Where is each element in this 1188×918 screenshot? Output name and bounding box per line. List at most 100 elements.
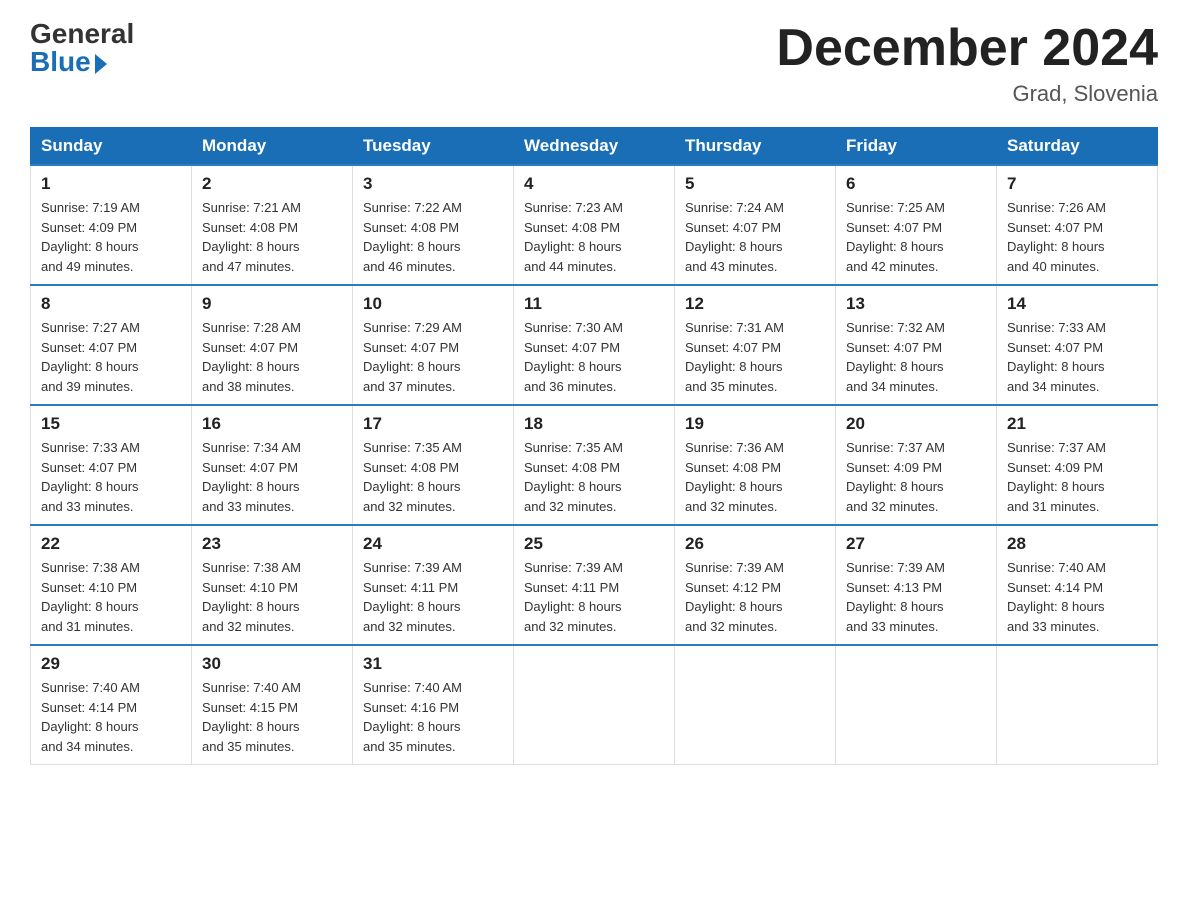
day-info: Sunrise: 7:38 AM Sunset: 4:10 PM Dayligh… bbox=[41, 558, 181, 636]
day-info: Sunrise: 7:21 AM Sunset: 4:08 PM Dayligh… bbox=[202, 198, 342, 276]
col-saturday: Saturday bbox=[997, 128, 1158, 166]
day-number: 6 bbox=[846, 174, 986, 194]
day-info: Sunrise: 7:24 AM Sunset: 4:07 PM Dayligh… bbox=[685, 198, 825, 276]
day-number: 13 bbox=[846, 294, 986, 314]
day-info: Sunrise: 7:39 AM Sunset: 4:11 PM Dayligh… bbox=[524, 558, 664, 636]
table-row: 10 Sunrise: 7:29 AM Sunset: 4:07 PM Dayl… bbox=[353, 285, 514, 405]
calendar-table: Sunday Monday Tuesday Wednesday Thursday… bbox=[30, 127, 1158, 765]
day-number: 12 bbox=[685, 294, 825, 314]
calendar-week-row: 22 Sunrise: 7:38 AM Sunset: 4:10 PM Dayl… bbox=[31, 525, 1158, 645]
col-sunday: Sunday bbox=[31, 128, 192, 166]
day-info: Sunrise: 7:36 AM Sunset: 4:08 PM Dayligh… bbox=[685, 438, 825, 516]
day-number: 14 bbox=[1007, 294, 1147, 314]
table-row: 26 Sunrise: 7:39 AM Sunset: 4:12 PM Dayl… bbox=[675, 525, 836, 645]
table-row: 3 Sunrise: 7:22 AM Sunset: 4:08 PM Dayli… bbox=[353, 165, 514, 285]
table-row: 24 Sunrise: 7:39 AM Sunset: 4:11 PM Dayl… bbox=[353, 525, 514, 645]
day-info: Sunrise: 7:35 AM Sunset: 4:08 PM Dayligh… bbox=[363, 438, 503, 516]
table-row: 5 Sunrise: 7:24 AM Sunset: 4:07 PM Dayli… bbox=[675, 165, 836, 285]
table-row: 9 Sunrise: 7:28 AM Sunset: 4:07 PM Dayli… bbox=[192, 285, 353, 405]
table-row: 29 Sunrise: 7:40 AM Sunset: 4:14 PM Dayl… bbox=[31, 645, 192, 765]
day-info: Sunrise: 7:39 AM Sunset: 4:13 PM Dayligh… bbox=[846, 558, 986, 636]
logo-arrow-icon bbox=[95, 54, 107, 74]
table-row: 12 Sunrise: 7:31 AM Sunset: 4:07 PM Dayl… bbox=[675, 285, 836, 405]
day-number: 31 bbox=[363, 654, 503, 674]
logo: General Blue bbox=[30, 20, 134, 76]
day-info: Sunrise: 7:35 AM Sunset: 4:08 PM Dayligh… bbox=[524, 438, 664, 516]
table-row: 1 Sunrise: 7:19 AM Sunset: 4:09 PM Dayli… bbox=[31, 165, 192, 285]
day-number: 24 bbox=[363, 534, 503, 554]
table-row: 21 Sunrise: 7:37 AM Sunset: 4:09 PM Dayl… bbox=[997, 405, 1158, 525]
day-number: 3 bbox=[363, 174, 503, 194]
table-row bbox=[997, 645, 1158, 765]
day-info: Sunrise: 7:34 AM Sunset: 4:07 PM Dayligh… bbox=[202, 438, 342, 516]
day-number: 2 bbox=[202, 174, 342, 194]
table-row: 7 Sunrise: 7:26 AM Sunset: 4:07 PM Dayli… bbox=[997, 165, 1158, 285]
table-row: 15 Sunrise: 7:33 AM Sunset: 4:07 PM Dayl… bbox=[31, 405, 192, 525]
day-number: 7 bbox=[1007, 174, 1147, 194]
day-number: 15 bbox=[41, 414, 181, 434]
table-row: 30 Sunrise: 7:40 AM Sunset: 4:15 PM Dayl… bbox=[192, 645, 353, 765]
day-number: 10 bbox=[363, 294, 503, 314]
day-number: 26 bbox=[685, 534, 825, 554]
day-number: 8 bbox=[41, 294, 181, 314]
table-row: 8 Sunrise: 7:27 AM Sunset: 4:07 PM Dayli… bbox=[31, 285, 192, 405]
col-monday: Monday bbox=[192, 128, 353, 166]
table-row: 23 Sunrise: 7:38 AM Sunset: 4:10 PM Dayl… bbox=[192, 525, 353, 645]
day-info: Sunrise: 7:39 AM Sunset: 4:11 PM Dayligh… bbox=[363, 558, 503, 636]
col-thursday: Thursday bbox=[675, 128, 836, 166]
table-row: 18 Sunrise: 7:35 AM Sunset: 4:08 PM Dayl… bbox=[514, 405, 675, 525]
day-info: Sunrise: 7:40 AM Sunset: 4:14 PM Dayligh… bbox=[1007, 558, 1147, 636]
table-row: 19 Sunrise: 7:36 AM Sunset: 4:08 PM Dayl… bbox=[675, 405, 836, 525]
calendar-week-row: 15 Sunrise: 7:33 AM Sunset: 4:07 PM Dayl… bbox=[31, 405, 1158, 525]
day-info: Sunrise: 7:33 AM Sunset: 4:07 PM Dayligh… bbox=[41, 438, 181, 516]
table-row: 6 Sunrise: 7:25 AM Sunset: 4:07 PM Dayli… bbox=[836, 165, 997, 285]
day-info: Sunrise: 7:37 AM Sunset: 4:09 PM Dayligh… bbox=[846, 438, 986, 516]
day-number: 19 bbox=[685, 414, 825, 434]
table-row bbox=[514, 645, 675, 765]
day-number: 28 bbox=[1007, 534, 1147, 554]
table-row: 25 Sunrise: 7:39 AM Sunset: 4:11 PM Dayl… bbox=[514, 525, 675, 645]
day-info: Sunrise: 7:27 AM Sunset: 4:07 PM Dayligh… bbox=[41, 318, 181, 396]
table-row bbox=[675, 645, 836, 765]
day-number: 30 bbox=[202, 654, 342, 674]
table-row: 20 Sunrise: 7:37 AM Sunset: 4:09 PM Dayl… bbox=[836, 405, 997, 525]
day-number: 9 bbox=[202, 294, 342, 314]
table-row: 2 Sunrise: 7:21 AM Sunset: 4:08 PM Dayli… bbox=[192, 165, 353, 285]
day-info: Sunrise: 7:26 AM Sunset: 4:07 PM Dayligh… bbox=[1007, 198, 1147, 276]
table-row: 16 Sunrise: 7:34 AM Sunset: 4:07 PM Dayl… bbox=[192, 405, 353, 525]
day-info: Sunrise: 7:40 AM Sunset: 4:14 PM Dayligh… bbox=[41, 678, 181, 756]
table-row: 22 Sunrise: 7:38 AM Sunset: 4:10 PM Dayl… bbox=[31, 525, 192, 645]
day-info: Sunrise: 7:19 AM Sunset: 4:09 PM Dayligh… bbox=[41, 198, 181, 276]
table-row: 14 Sunrise: 7:33 AM Sunset: 4:07 PM Dayl… bbox=[997, 285, 1158, 405]
day-number: 25 bbox=[524, 534, 664, 554]
logo-general-text: General bbox=[30, 20, 134, 48]
day-info: Sunrise: 7:22 AM Sunset: 4:08 PM Dayligh… bbox=[363, 198, 503, 276]
day-number: 4 bbox=[524, 174, 664, 194]
calendar-week-row: 1 Sunrise: 7:19 AM Sunset: 4:09 PM Dayli… bbox=[31, 165, 1158, 285]
table-row: 27 Sunrise: 7:39 AM Sunset: 4:13 PM Dayl… bbox=[836, 525, 997, 645]
day-info: Sunrise: 7:29 AM Sunset: 4:07 PM Dayligh… bbox=[363, 318, 503, 396]
day-number: 22 bbox=[41, 534, 181, 554]
day-number: 18 bbox=[524, 414, 664, 434]
day-number: 5 bbox=[685, 174, 825, 194]
table-row: 11 Sunrise: 7:30 AM Sunset: 4:07 PM Dayl… bbox=[514, 285, 675, 405]
day-info: Sunrise: 7:40 AM Sunset: 4:15 PM Dayligh… bbox=[202, 678, 342, 756]
day-info: Sunrise: 7:25 AM Sunset: 4:07 PM Dayligh… bbox=[846, 198, 986, 276]
day-number: 16 bbox=[202, 414, 342, 434]
day-info: Sunrise: 7:40 AM Sunset: 4:16 PM Dayligh… bbox=[363, 678, 503, 756]
calendar-week-row: 8 Sunrise: 7:27 AM Sunset: 4:07 PM Dayli… bbox=[31, 285, 1158, 405]
day-info: Sunrise: 7:23 AM Sunset: 4:08 PM Dayligh… bbox=[524, 198, 664, 276]
table-row bbox=[836, 645, 997, 765]
table-row: 28 Sunrise: 7:40 AM Sunset: 4:14 PM Dayl… bbox=[997, 525, 1158, 645]
table-row: 13 Sunrise: 7:32 AM Sunset: 4:07 PM Dayl… bbox=[836, 285, 997, 405]
day-number: 1 bbox=[41, 174, 181, 194]
location-label: Grad, Slovenia bbox=[776, 81, 1158, 107]
day-info: Sunrise: 7:31 AM Sunset: 4:07 PM Dayligh… bbox=[685, 318, 825, 396]
day-info: Sunrise: 7:32 AM Sunset: 4:07 PM Dayligh… bbox=[846, 318, 986, 396]
page-header: General Blue December 2024 Grad, Sloveni… bbox=[30, 20, 1158, 107]
month-title: December 2024 bbox=[776, 20, 1158, 77]
col-wednesday: Wednesday bbox=[514, 128, 675, 166]
table-row: 17 Sunrise: 7:35 AM Sunset: 4:08 PM Dayl… bbox=[353, 405, 514, 525]
day-info: Sunrise: 7:28 AM Sunset: 4:07 PM Dayligh… bbox=[202, 318, 342, 396]
day-info: Sunrise: 7:33 AM Sunset: 4:07 PM Dayligh… bbox=[1007, 318, 1147, 396]
